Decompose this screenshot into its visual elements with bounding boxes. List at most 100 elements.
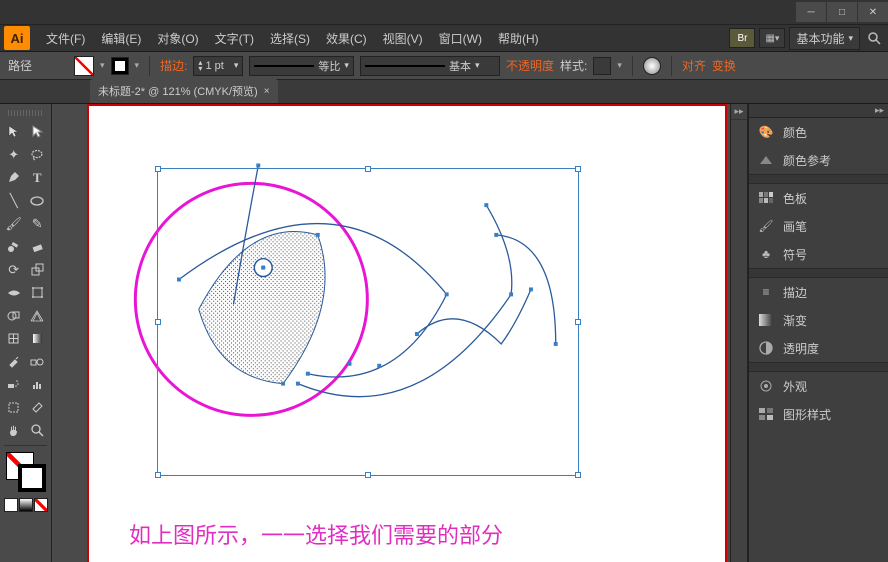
annotation-text: 如上图所示，一一选择我们需要的部分 — [129, 518, 503, 550]
perspective-grid-tool[interactable] — [26, 304, 50, 327]
fill-swatch[interactable] — [74, 56, 94, 76]
artboard-tool[interactable] — [2, 396, 26, 419]
zoom-tool[interactable] — [26, 419, 50, 442]
recolor-button[interactable] — [643, 57, 661, 75]
panel-graphic-styles[interactable]: 图形样式 — [749, 400, 888, 428]
magic-wand-tool[interactable]: ✦ — [2, 143, 26, 166]
document-tab-bar: 未标题-2* @ 121% (CMYK/预览) × — [0, 80, 888, 104]
handle-sw[interactable] — [155, 472, 161, 478]
fill-dropdown-icon[interactable]: ▾ — [100, 60, 105, 71]
maximize-button[interactable]: □ — [827, 2, 857, 22]
handle-nw[interactable] — [155, 166, 161, 172]
mesh-tool[interactable] — [2, 327, 26, 350]
menu-help[interactable]: 帮助(H) — [490, 26, 547, 51]
panel-stroke[interactable]: ≡ 描边 — [749, 278, 888, 306]
scale-tool[interactable] — [26, 258, 50, 281]
canvas-area[interactable]: 如上图所示，一一选择我们需要的部分 — [52, 104, 730, 562]
dock-expand-icon[interactable]: ▸▸ — [731, 104, 747, 120]
lasso-tool[interactable] — [26, 143, 50, 166]
line-tool[interactable]: ╲ — [2, 189, 26, 212]
ellipse-tool[interactable] — [26, 189, 50, 212]
transform-label[interactable]: 变换 — [712, 57, 736, 74]
stroke-label[interactable]: 描边: — [160, 57, 187, 74]
tab-close-icon[interactable]: × — [264, 86, 270, 97]
menu-file[interactable]: 文件(F) — [38, 26, 93, 51]
handle-e[interactable] — [575, 319, 581, 325]
menu-type[interactable]: 文字(T) — [207, 26, 262, 51]
handle-ne[interactable] — [575, 166, 581, 172]
bridge-button[interactable]: Br — [729, 28, 755, 48]
shape-builder-tool[interactable] — [2, 304, 26, 327]
opacity-label[interactable]: 不透明度 — [506, 57, 554, 74]
paintbrush-tool[interactable]: 🖌 — [2, 212, 26, 235]
menu-effect[interactable]: 效果(C) — [318, 26, 375, 51]
close-button[interactable]: ✕ — [858, 2, 888, 22]
color-mode-none[interactable] — [34, 498, 48, 512]
panel-label: 色板 — [783, 190, 807, 207]
arrange-docs-button[interactable]: ▦▾ — [759, 28, 785, 48]
panel-color-guide[interactable]: 颜色参考 — [749, 146, 888, 174]
menu-select[interactable]: 选择(S) — [262, 26, 318, 51]
free-transform-tool[interactable] — [26, 281, 50, 304]
panel-swatches[interactable]: 色板 — [749, 184, 888, 212]
stroke-weight-input[interactable]: ▴▾ 1 pt ▾ — [193, 56, 243, 76]
search-icon[interactable] — [864, 28, 884, 48]
eraser-tool[interactable] — [26, 235, 50, 258]
rotate-tool[interactable]: ⟳ — [2, 258, 26, 281]
panel-label: 颜色参考 — [783, 152, 831, 169]
handle-n[interactable] — [365, 166, 371, 172]
hand-tool[interactable] — [2, 419, 26, 442]
handle-se[interactable] — [575, 472, 581, 478]
panel-grip[interactable] — [8, 110, 43, 116]
pencil-tool[interactable]: ✎ — [26, 212, 50, 235]
panel-transparency[interactable]: 透明度 — [749, 334, 888, 362]
panel-divider — [749, 174, 888, 184]
style-swatch[interactable] — [593, 57, 611, 75]
handle-s[interactable] — [365, 472, 371, 478]
panel-color[interactable]: 🎨 颜色 — [749, 118, 888, 146]
workspace-switcher[interactable]: 基本功能 ▾ — [789, 27, 860, 50]
panel-appearance[interactable]: 外观 — [749, 372, 888, 400]
stroke-swatch[interactable] — [111, 57, 129, 75]
pen-tool[interactable] — [2, 166, 26, 189]
selection-bounds[interactable] — [157, 168, 579, 476]
stroke-dropdown-icon[interactable]: ▾ — [135, 60, 140, 71]
minimize-button[interactable]: ─ — [796, 2, 826, 22]
color-mode-solid[interactable] — [4, 498, 18, 512]
chevron-down-icon: ▾ — [848, 33, 853, 44]
panel-gradient[interactable]: 渐变 — [749, 306, 888, 334]
brush-dropdown[interactable]: 基本 ▾ — [360, 56, 500, 76]
gradient-icon — [757, 312, 775, 328]
graph-tool[interactable] — [26, 373, 50, 396]
gradient-tool[interactable] — [26, 327, 50, 350]
menu-edit[interactable]: 编辑(E) — [93, 26, 149, 51]
fill-stroke-control[interactable] — [4, 450, 48, 494]
panel-brushes[interactable]: 🖌 画笔 — [749, 212, 888, 240]
document-tab[interactable]: 未标题-2* @ 121% (CMYK/预览) × — [90, 79, 278, 103]
panel-symbols[interactable]: ♣ 符号 — [749, 240, 888, 268]
graphic-styles-icon — [757, 406, 775, 422]
menu-view[interactable]: 视图(V) — [375, 26, 431, 51]
direct-selection-tool[interactable] — [26, 120, 50, 143]
profile-dropdown[interactable]: 等比 ▾ — [249, 56, 354, 76]
align-label[interactable]: 对齐 — [682, 57, 706, 74]
eyedropper-tool[interactable] — [2, 350, 26, 373]
blend-tool[interactable] — [26, 350, 50, 373]
menu-window[interactable]: 窗口(W) — [431, 26, 490, 51]
style-label: 样式: — [560, 57, 587, 74]
color-mode-gradient[interactable] — [19, 498, 33, 512]
selection-tool[interactable] — [2, 120, 26, 143]
panel-label: 渐变 — [783, 312, 807, 329]
style-dropdown-icon[interactable]: ▾ — [617, 60, 622, 71]
handle-w[interactable] — [155, 319, 161, 325]
blob-brush-tool[interactable] — [2, 235, 26, 258]
type-tool[interactable]: T — [26, 166, 50, 189]
panel-label: 图形样式 — [783, 406, 831, 423]
symbol-sprayer-tool[interactable] — [2, 373, 26, 396]
width-tool[interactable] — [2, 281, 26, 304]
palette-icon: 🎨 — [757, 124, 775, 140]
panel-collapse-button[interactable]: ▸▸ — [749, 104, 888, 118]
slice-tool[interactable] — [26, 396, 50, 419]
stroke-indicator[interactable] — [18, 464, 46, 492]
menu-object[interactable]: 对象(O) — [149, 26, 206, 51]
